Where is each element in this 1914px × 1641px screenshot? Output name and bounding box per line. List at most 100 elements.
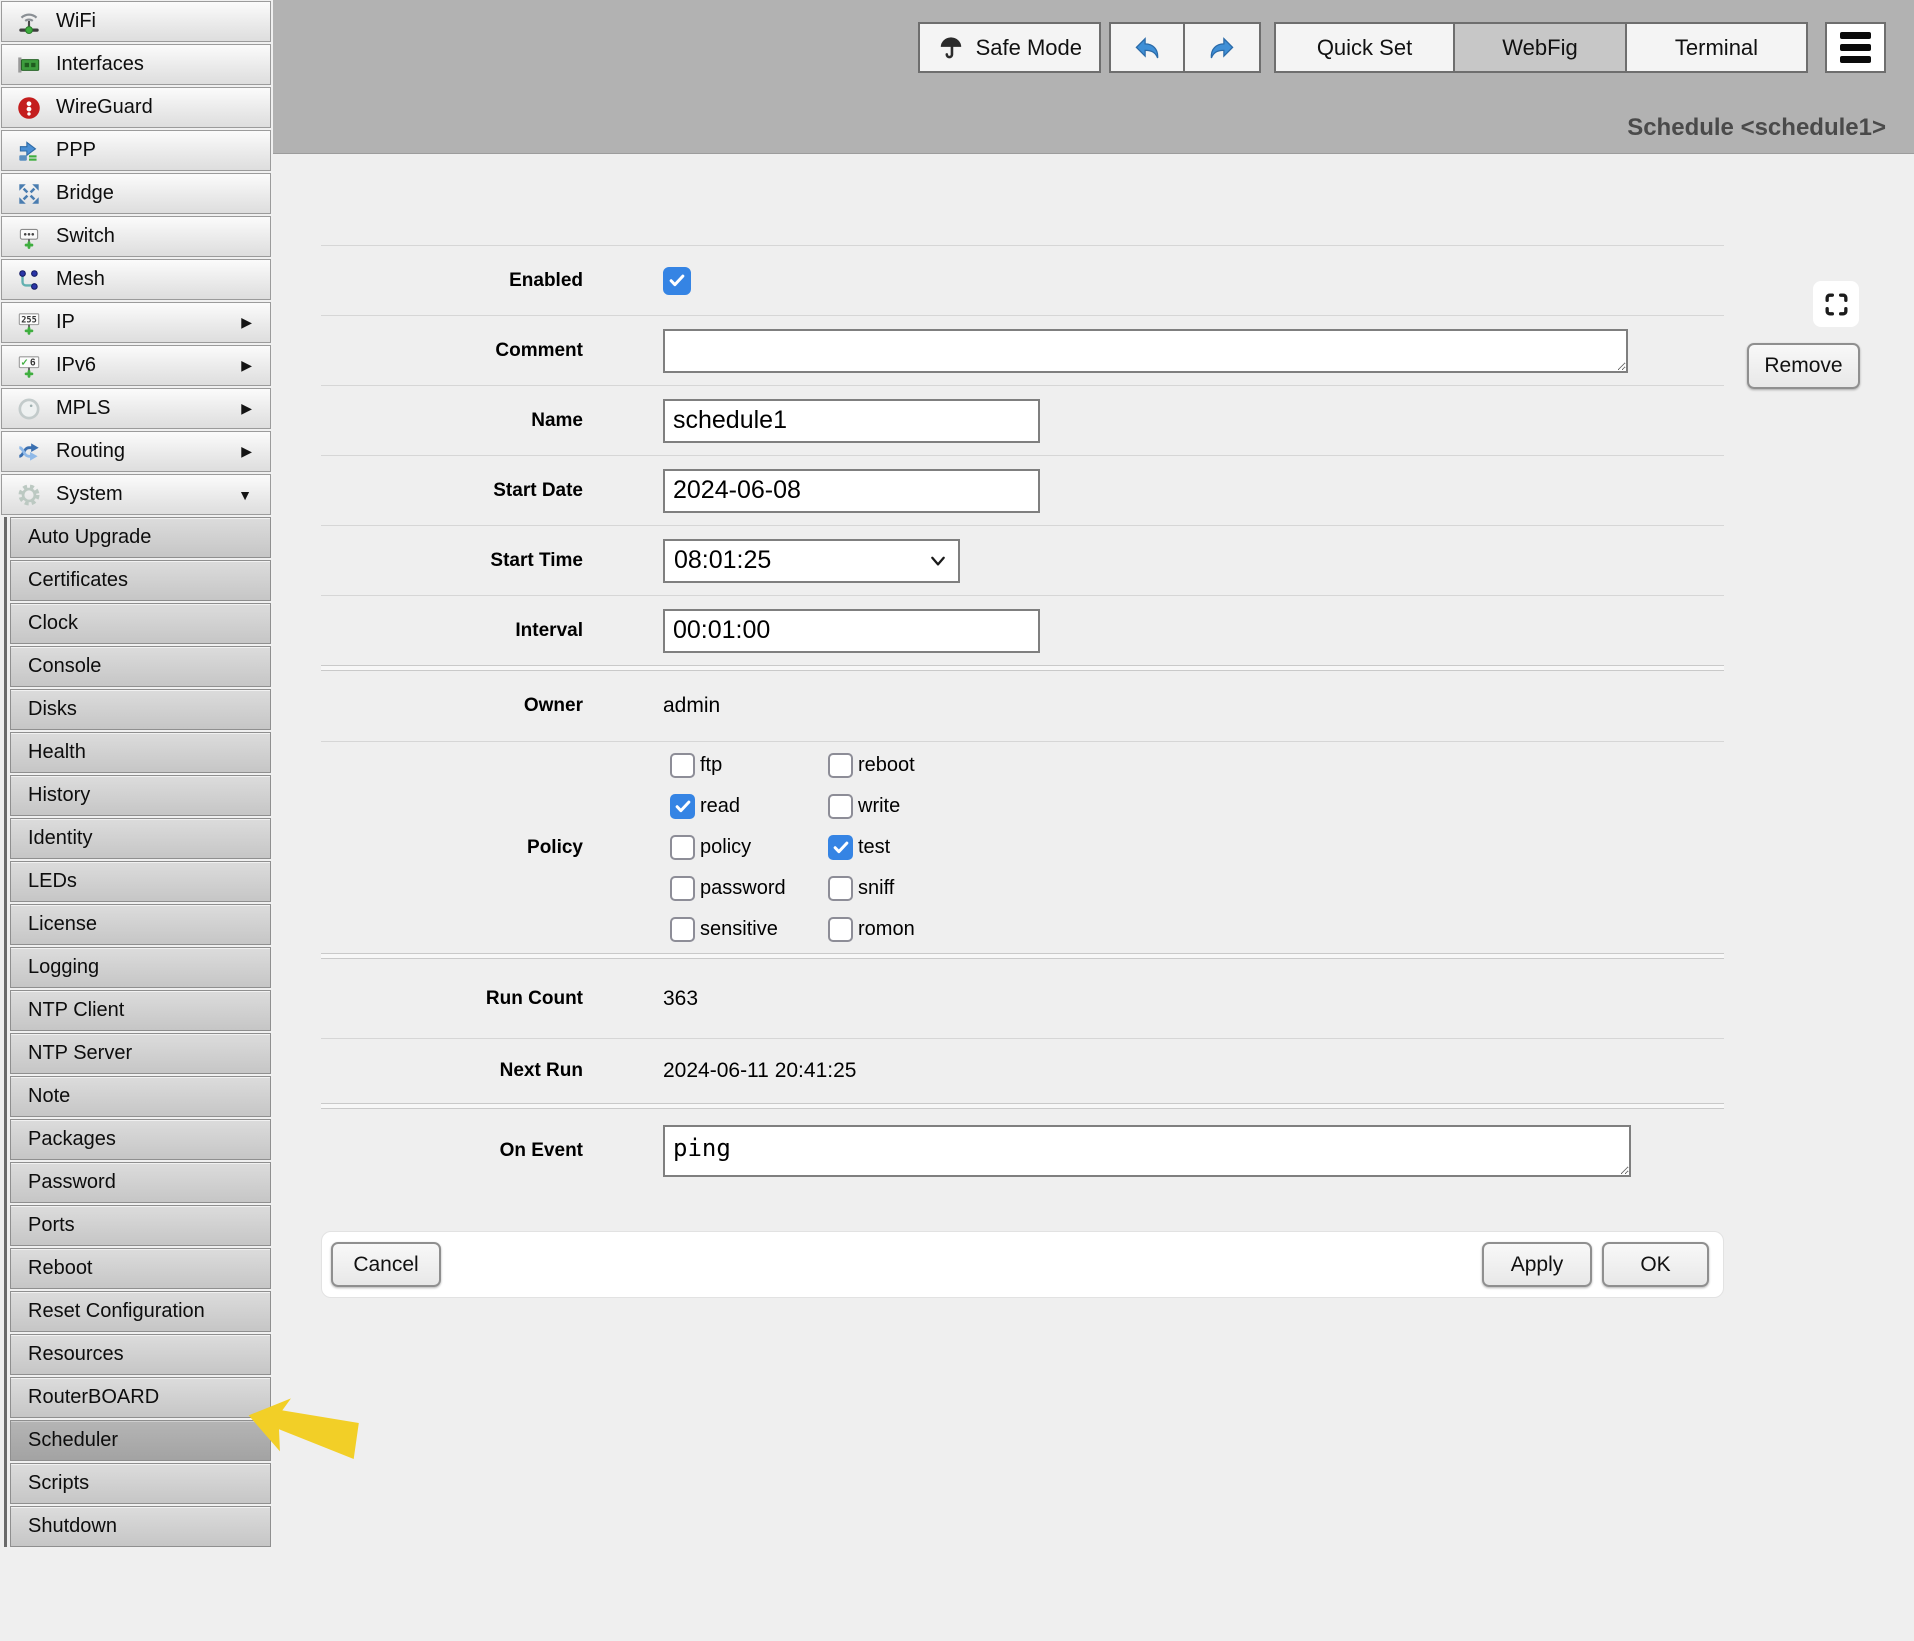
- chevron-right-icon: ▶: [241, 357, 252, 374]
- name-input[interactable]: [663, 399, 1040, 443]
- tab-quick-set[interactable]: Quick Set: [1274, 22, 1455, 73]
- comment-input[interactable]: [663, 329, 1628, 373]
- policy-checkbox-sensitive[interactable]: [670, 917, 695, 942]
- sidebar-item-identity[interactable]: Identity: [10, 818, 271, 859]
- sidebar-item-leds[interactable]: LEDs: [10, 861, 271, 902]
- sidebar-item-label: Interfaces: [56, 53, 144, 76]
- sidebar-item-wireguard[interactable]: WireGuard: [1, 87, 271, 128]
- policy-checkbox-sniff[interactable]: [828, 876, 853, 901]
- sidebar-item-logging[interactable]: Logging: [10, 947, 271, 988]
- umbrella-icon: [937, 34, 965, 62]
- start-time-value: 08:01:25: [674, 546, 771, 575]
- sidebar-item-resources[interactable]: Resources: [10, 1334, 271, 1375]
- sidebar-item-ntp-server[interactable]: NTP Server: [10, 1033, 271, 1074]
- policy-option-label: read: [700, 795, 740, 818]
- sidebar-item-auto-upgrade[interactable]: Auto Upgrade: [10, 517, 271, 558]
- form-row-on-event: On Event ping: [321, 1109, 1724, 1193]
- tab-webfig[interactable]: WebFig: [1455, 22, 1627, 73]
- sidebar-item-wifi[interactable]: WiFi: [1, 1, 271, 42]
- sidebar-item-note[interactable]: Note: [10, 1076, 271, 1117]
- sidebar-item-packages[interactable]: Packages: [10, 1119, 271, 1160]
- policy-option-label: reboot: [858, 754, 915, 777]
- apply-button[interactable]: Apply: [1482, 1242, 1592, 1287]
- start-time-label: Start Time: [321, 550, 583, 572]
- policy-option-sensitive: sensitive: [670, 917, 828, 942]
- sidebar-item-routerboard[interactable]: RouterBOARD: [10, 1377, 271, 1418]
- policy-checkbox-romon[interactable]: [828, 917, 853, 942]
- redo-button[interactable]: [1185, 22, 1261, 73]
- sidebar-item-label: PPP: [56, 139, 96, 162]
- check-icon: [675, 800, 691, 813]
- policy-option-ftp: ftp: [670, 753, 828, 778]
- start-date-input[interactable]: [663, 469, 1040, 513]
- chevron-down-icon: [930, 555, 946, 567]
- sidebar-item-password[interactable]: Password: [10, 1162, 271, 1203]
- sidebar-item-switch[interactable]: Switch: [1, 216, 271, 257]
- sidebar-item-label: MPLS: [56, 397, 110, 420]
- sidebar-item-console[interactable]: Console: [10, 646, 271, 687]
- fullscreen-icon: [1823, 291, 1850, 318]
- policy-checkbox-test[interactable]: [828, 835, 853, 860]
- policy-label: Policy: [321, 837, 583, 859]
- form-row-owner: Owner admin: [321, 671, 1724, 741]
- form-row-start-time: Start Time 08:01:25: [321, 525, 1724, 595]
- sidebar-item-clock[interactable]: Clock: [10, 603, 271, 644]
- sidebar-item-shutdown[interactable]: Shutdown: [10, 1506, 271, 1547]
- view-tabs: Quick Set WebFig Terminal: [1274, 22, 1808, 73]
- mpls-icon: [14, 395, 44, 423]
- on-event-input[interactable]: ping: [663, 1125, 1631, 1177]
- policy-option-test: test: [828, 835, 915, 860]
- policy-option-label: romon: [858, 918, 915, 941]
- policy-checkbox-write[interactable]: [828, 794, 853, 819]
- undo-button[interactable]: [1109, 22, 1185, 73]
- sidebar-item-certificates[interactable]: Certificates: [10, 560, 271, 601]
- policy-option-reboot: reboot: [828, 753, 915, 778]
- policy-checkbox-read[interactable]: [670, 794, 695, 819]
- sidebar-item-system[interactable]: System▼: [1, 474, 271, 515]
- safe-mode-button[interactable]: Safe Mode: [918, 22, 1101, 73]
- sidebar-item-disks[interactable]: Disks: [10, 689, 271, 730]
- sidebar-item-reset-configuration[interactable]: Reset Configuration: [10, 1291, 271, 1332]
- sidebar-item-reboot[interactable]: Reboot: [10, 1248, 271, 1289]
- start-time-select[interactable]: 08:01:25: [663, 539, 960, 583]
- chevron-right-icon: ▶: [241, 314, 252, 331]
- policy-checkbox-password[interactable]: [670, 876, 695, 901]
- sidebar-item-routing[interactable]: Routing▶: [1, 431, 271, 472]
- toolbar: Safe Mode Quick Set WebFig Terminal: [918, 22, 1886, 73]
- policy-checkbox-ftp[interactable]: [670, 753, 695, 778]
- next-run-value: 2024-06-11 20:41:25: [663, 1059, 856, 1083]
- ok-button[interactable]: OK: [1602, 1242, 1709, 1287]
- remove-button[interactable]: Remove: [1747, 343, 1860, 389]
- sidebar-item-interfaces[interactable]: Interfaces: [1, 44, 271, 85]
- sidebar-item-ports[interactable]: Ports: [10, 1205, 271, 1246]
- enabled-checkbox[interactable]: [663, 267, 691, 295]
- sidebar-item-license[interactable]: License: [10, 904, 271, 945]
- ppp-icon: [14, 137, 44, 165]
- next-run-label: Next Run: [321, 1060, 583, 1082]
- run-count-label: Run Count: [321, 988, 583, 1010]
- safe-mode-label: Safe Mode: [976, 35, 1082, 61]
- sidebar-item-ip[interactable]: 255IP▶: [1, 302, 271, 343]
- policy-checkbox-policy[interactable]: [670, 835, 695, 860]
- sidebar-item-ipv6[interactable]: ✓6IPv6▶: [1, 345, 271, 386]
- sidebar-item-mpls[interactable]: MPLS▶: [1, 388, 271, 429]
- wifi-icon: [14, 8, 44, 36]
- expand-button[interactable]: [1813, 281, 1859, 327]
- wireguard-icon: [14, 94, 44, 122]
- sidebar-item-bridge[interactable]: Bridge: [1, 173, 271, 214]
- sidebar-item-label: Bridge: [56, 182, 114, 205]
- page-title: Schedule <schedule1>: [1627, 114, 1886, 142]
- sidebar-item-mesh[interactable]: Mesh: [1, 259, 271, 300]
- sidebar-item-history[interactable]: History: [10, 775, 271, 816]
- sidebar-item-health[interactable]: Health: [10, 732, 271, 773]
- cancel-button[interactable]: Cancel: [331, 1242, 441, 1287]
- interval-input[interactable]: [663, 609, 1040, 653]
- policy-checkbox-reboot[interactable]: [828, 753, 853, 778]
- hamburger-menu-button[interactable]: [1825, 22, 1886, 73]
- tab-terminal[interactable]: Terminal: [1627, 22, 1808, 73]
- sidebar-item-ppp[interactable]: PPP: [1, 130, 271, 171]
- sidebar-item-label: Routing: [56, 440, 125, 463]
- sidebar-item-ntp-client[interactable]: NTP Client: [10, 990, 271, 1031]
- sidebar-item-scripts[interactable]: Scripts: [10, 1463, 271, 1504]
- sidebar-item-scheduler[interactable]: Scheduler: [10, 1420, 271, 1461]
